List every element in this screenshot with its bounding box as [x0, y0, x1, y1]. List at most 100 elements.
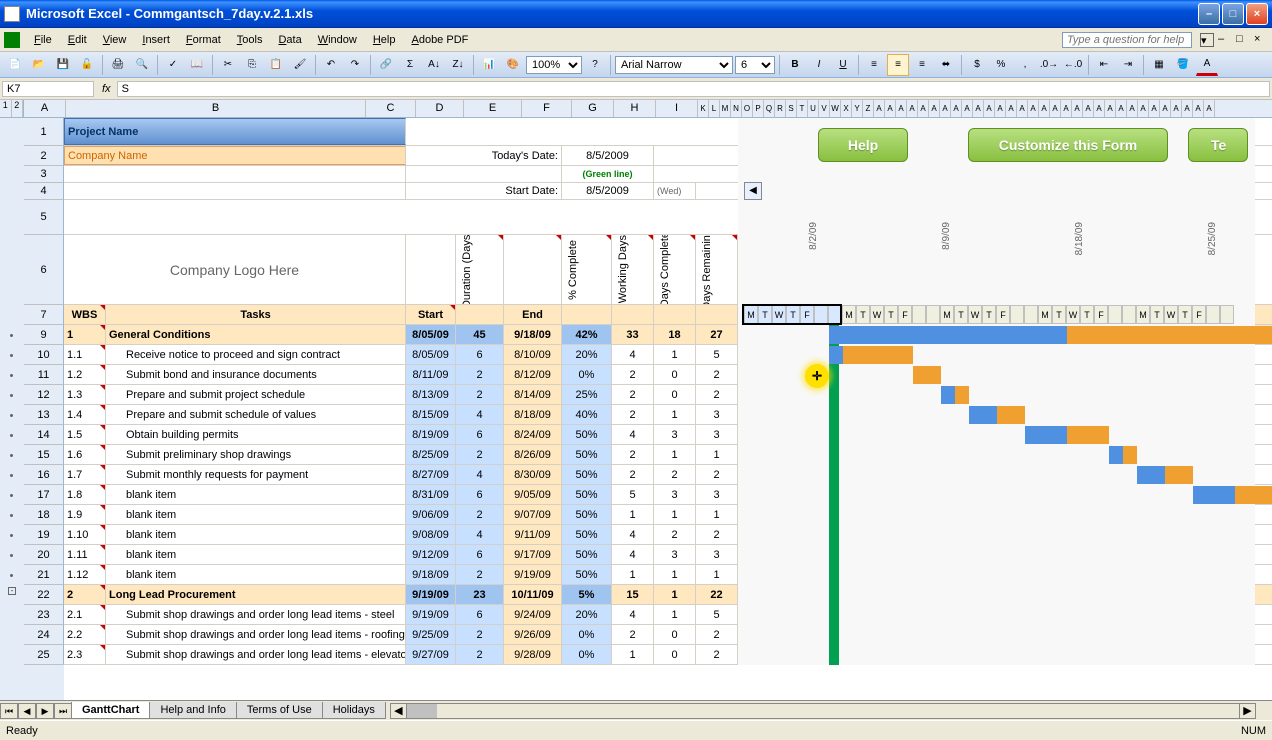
- gantt-day-header: F: [996, 305, 1010, 324]
- new-icon[interactable]: 📄: [4, 54, 26, 76]
- name-box[interactable]: [2, 81, 94, 97]
- gantt-bar[interactable]: [969, 406, 997, 424]
- gantt-chart[interactable]: HelpCustomize this FormTe◀8/2/098/9/098/…: [738, 118, 1255, 665]
- autosum-icon[interactable]: Σ: [399, 54, 421, 76]
- increase-indent-icon[interactable]: ⇥: [1117, 54, 1139, 76]
- fx-button[interactable]: fx: [96, 83, 117, 95]
- gantt-bar[interactable]: [1109, 446, 1123, 464]
- horizontal-scrollbar[interactable]: ◀ ▶: [390, 703, 1256, 719]
- doc-minimize-icon[interactable]: –: [1218, 33, 1232, 47]
- help-search-input[interactable]: [1062, 32, 1192, 48]
- align-right-icon[interactable]: ≡: [911, 54, 933, 76]
- preview-icon[interactable]: 🔍: [131, 54, 153, 76]
- company-logo-placeholder[interactable]: Company Logo Here: [64, 235, 406, 304]
- paste-icon[interactable]: 📋: [265, 54, 287, 76]
- tab-nav-last-icon[interactable]: ⏭: [54, 703, 72, 719]
- spell-icon[interactable]: ✓: [162, 54, 184, 76]
- help-icon[interactable]: ?: [584, 54, 606, 76]
- project-name-cell[interactable]: Project Name: [64, 118, 406, 145]
- tab-nav-first-icon[interactable]: ⏮: [0, 703, 18, 719]
- gantt-bar[interactable]: [829, 346, 843, 364]
- redo-icon[interactable]: ↷: [344, 54, 366, 76]
- menu-help[interactable]: Help: [365, 32, 404, 48]
- grid[interactable]: Project NameCompany NameToday's Date:8/5…: [64, 118, 1272, 720]
- gantt-scroll-left-icon[interactable]: ◀: [744, 182, 762, 200]
- sheet-tab-active[interactable]: GanttChart: [71, 702, 150, 719]
- align-center-icon[interactable]: ≡: [887, 54, 909, 76]
- sheet-tab[interactable]: Terms of Use: [236, 702, 323, 719]
- align-left-icon[interactable]: ≡: [863, 54, 885, 76]
- menu-edit[interactable]: Edit: [60, 32, 95, 48]
- zoom-select[interactable]: 100%: [526, 56, 582, 74]
- increase-decimal-icon[interactable]: .0→: [1038, 54, 1060, 76]
- open-icon[interactable]: 📂: [28, 54, 50, 76]
- print-icon[interactable]: 🖨: [107, 54, 129, 76]
- minimize-button[interactable]: –: [1198, 3, 1220, 25]
- tab-nav-prev-icon[interactable]: ◀: [18, 703, 36, 719]
- font-name-select[interactable]: Arial Narrow: [615, 56, 733, 74]
- underline-icon[interactable]: U: [832, 54, 854, 76]
- outline-collapse-icon[interactable]: -: [8, 587, 16, 595]
- sheet-tab[interactable]: Holidays: [322, 702, 386, 719]
- gantt-bar[interactable]: [1025, 426, 1067, 444]
- gantt-day-header: T: [786, 305, 800, 324]
- excel-doc-icon[interactable]: [4, 32, 20, 48]
- restore-window-icon[interactable]: ▾: [1200, 33, 1214, 47]
- doc-maximize-icon[interactable]: □: [1236, 33, 1250, 47]
- excel-app-icon: [4, 6, 20, 22]
- menu-insert[interactable]: Insert: [134, 32, 178, 48]
- gantt-bar[interactable]: [829, 326, 1067, 344]
- drawing-icon[interactable]: 🎨: [502, 54, 524, 76]
- bold-icon[interactable]: B: [784, 54, 806, 76]
- sheet-tab[interactable]: Help and Info: [149, 702, 236, 719]
- save-icon[interactable]: 💾: [52, 54, 74, 76]
- gantt-bar[interactable]: [913, 366, 941, 384]
- gantt-bar[interactable]: [1137, 466, 1165, 484]
- decrease-indent-icon[interactable]: ⇤: [1093, 54, 1115, 76]
- fill-color-icon[interactable]: 🪣: [1172, 54, 1194, 76]
- help-button[interactable]: Help: [818, 128, 908, 162]
- sort-asc-icon[interactable]: A↓: [423, 54, 445, 76]
- menu-adobe-pdf[interactable]: Adobe PDF: [403, 32, 476, 48]
- customize-button[interactable]: Customize this Form: [968, 128, 1168, 162]
- column-headers[interactable]: ABCDEFGHIKLMNOPQRSTUVWXYZAAAAAAAAAAAAAAA…: [24, 100, 1272, 118]
- menu-data[interactable]: Data: [270, 32, 309, 48]
- font-size-select[interactable]: 6: [735, 56, 775, 74]
- gantt-day-header: [1206, 305, 1220, 324]
- gantt-day-header: F: [800, 305, 814, 324]
- menu-format[interactable]: Format: [178, 32, 229, 48]
- menu-view[interactable]: View: [95, 32, 135, 48]
- percent-icon[interactable]: %: [990, 54, 1012, 76]
- gantt-bar[interactable]: [1193, 486, 1235, 504]
- currency-icon[interactable]: $: [966, 54, 988, 76]
- research-icon[interactable]: 📖: [186, 54, 208, 76]
- gantt-day-header: [814, 305, 828, 324]
- hyperlink-icon[interactable]: 🔗: [375, 54, 397, 76]
- decrease-decimal-icon[interactable]: ←.0: [1062, 54, 1084, 76]
- italic-icon[interactable]: I: [808, 54, 830, 76]
- menu-file[interactable]: File: [26, 32, 60, 48]
- outline-level-bar[interactable]: 12: [0, 100, 24, 118]
- font-color-icon[interactable]: A: [1196, 54, 1218, 76]
- undo-icon[interactable]: ↶: [320, 54, 342, 76]
- cut-icon[interactable]: ✂: [217, 54, 239, 76]
- template-button[interactable]: Te: [1188, 128, 1248, 162]
- permission-icon[interactable]: 🔓: [76, 54, 98, 76]
- gantt-bar[interactable]: [941, 386, 955, 404]
- maximize-button[interactable]: □: [1222, 3, 1244, 25]
- row-headers[interactable]: 1234567910111213141516171819202122232425: [24, 118, 64, 720]
- doc-close-icon[interactable]: ×: [1254, 33, 1268, 47]
- company-name-cell[interactable]: Company Name: [64, 146, 406, 165]
- format-painter-icon[interactable]: 🖌: [289, 54, 311, 76]
- close-button[interactable]: ×: [1246, 3, 1268, 25]
- menu-window[interactable]: Window: [310, 32, 365, 48]
- comma-icon[interactable]: ,: [1014, 54, 1036, 76]
- tab-nav-next-icon[interactable]: ▶: [36, 703, 54, 719]
- borders-icon[interactable]: ▦: [1148, 54, 1170, 76]
- merge-icon[interactable]: ⬌: [935, 54, 957, 76]
- copy-icon[interactable]: ⎘: [241, 54, 263, 76]
- chart-icon[interactable]: 📊: [478, 54, 500, 76]
- formula-input[interactable]: [117, 81, 1270, 97]
- menu-tools[interactable]: Tools: [229, 32, 271, 48]
- sort-desc-icon[interactable]: Z↓: [447, 54, 469, 76]
